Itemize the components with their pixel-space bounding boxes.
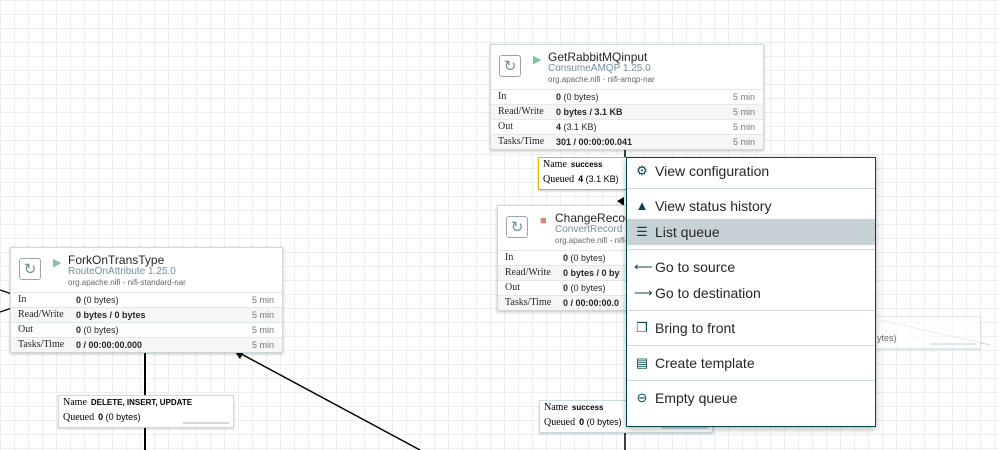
stat-row-readwrite: Read/Write 0 bytes / 0 bytes 5 min xyxy=(11,307,282,322)
menu-divider xyxy=(627,310,875,311)
list-icon: ☰ xyxy=(636,224,648,239)
processor-type: ConvertRecord 1. xyxy=(555,224,634,235)
processor-type: ConsumeAMQP 1.25.0 xyxy=(548,63,651,74)
menu-item-create-template[interactable]: ▤ Create template xyxy=(627,350,875,376)
queue-progress-bar xyxy=(183,422,229,424)
menu-item-bring-to-front[interactable]: ❐ Bring to front xyxy=(627,315,875,341)
processor-bundle: org.apache.nifi - nifi-s xyxy=(555,236,632,245)
processor-bundle: org.apache.nifi - nifi-standard-nar xyxy=(68,278,186,287)
menu-divider xyxy=(627,345,875,346)
connection-label-delete-insert-update[interactable]: Name DELETE, INSERT, UPDATE Queued 0 (0 by… xyxy=(58,395,234,428)
running-icon: ▶ xyxy=(53,257,62,269)
menu-divider xyxy=(627,380,875,381)
stat-row-readwrite: Read/Write 0 bytes / 3.1 KB 5 min xyxy=(491,104,763,119)
copy-icon: ❐ xyxy=(636,320,648,335)
processor-icon: ↻ xyxy=(506,216,528,238)
stat-row-tasks: Tasks/Time 301 / 00:00:00.041 5 min xyxy=(491,134,763,149)
menu-divider xyxy=(627,249,875,250)
arrow-right-icon: ⟶ xyxy=(634,285,653,300)
stat-row-in: In 0 (0 bytes) 5 min xyxy=(491,89,763,104)
menu-item-go-to-destination[interactable]: ⟶ Go to destination xyxy=(627,280,875,306)
stat-row-out: Out 0 (0 bytes) 5 min xyxy=(11,322,282,337)
processor-name: ForkOnTransType xyxy=(68,253,165,267)
connection-label-success-selected[interactable]: Name success Queued 4 (3.1 KB) xyxy=(538,157,628,190)
menu-item-empty-queue[interactable]: ⊖ Empty queue xyxy=(627,385,875,411)
processor-forkontranstype[interactable]: ↻ ▶ ForkOnTransType RouteOnAttribute 1.2… xyxy=(10,247,283,353)
menu-divider xyxy=(627,188,875,189)
running-icon: ▶ xyxy=(533,54,542,66)
context-menu: ⚙ View configuration ▲ View status history… xyxy=(626,157,876,427)
menu-item-list-queue[interactable]: ☰ List queue xyxy=(627,219,875,245)
processor-name: ChangeRecord xyxy=(555,211,636,225)
queue-progress-bar xyxy=(930,343,976,345)
menu-item-view-status-history[interactable]: ▲ View status history xyxy=(627,193,875,219)
area-chart-icon: ▲ xyxy=(635,198,649,213)
processor-icon: ↻ xyxy=(19,258,41,280)
gear-icon: ⚙ xyxy=(636,163,648,178)
stopped-icon: ■ xyxy=(540,215,547,227)
flow-canvas[interactable]: ↻ ▶ GetRabbitMQinput ConsumeAMQP 1.25.0 … xyxy=(0,0,999,450)
processor-type: RouteOnAttribute 1.25.0 xyxy=(68,266,176,277)
connection-line[interactable] xyxy=(231,348,421,450)
menu-item-view-configuration[interactable]: ⚙ View configuration xyxy=(627,158,875,184)
processor-name: GetRabbitMQinput xyxy=(548,50,648,64)
stat-row-tasks: Tasks/Time 0 / 00:00:00.000 5 min xyxy=(11,337,282,352)
menu-item-go-to-source[interactable]: ⟵ Go to source xyxy=(627,254,875,280)
processor-getrabbitmqinput[interactable]: ↻ ▶ GetRabbitMQinput ConsumeAMQP 1.25.0 … xyxy=(490,44,764,150)
stat-row-out: Out 4 (3.1 KB) 5 min xyxy=(491,119,763,134)
arrow-left-icon: ⟵ xyxy=(634,259,653,274)
template-icon: ▤ xyxy=(635,355,649,370)
processor-bundle: org.apache.nifi - nifi-amqp-nar xyxy=(548,75,655,84)
processor-icon: ↻ xyxy=(499,55,521,77)
stat-row-in: In 0 (0 bytes) 5 min xyxy=(11,292,282,307)
minus-circle-icon: ⊖ xyxy=(636,390,648,405)
queue-progress-bar xyxy=(662,427,708,429)
